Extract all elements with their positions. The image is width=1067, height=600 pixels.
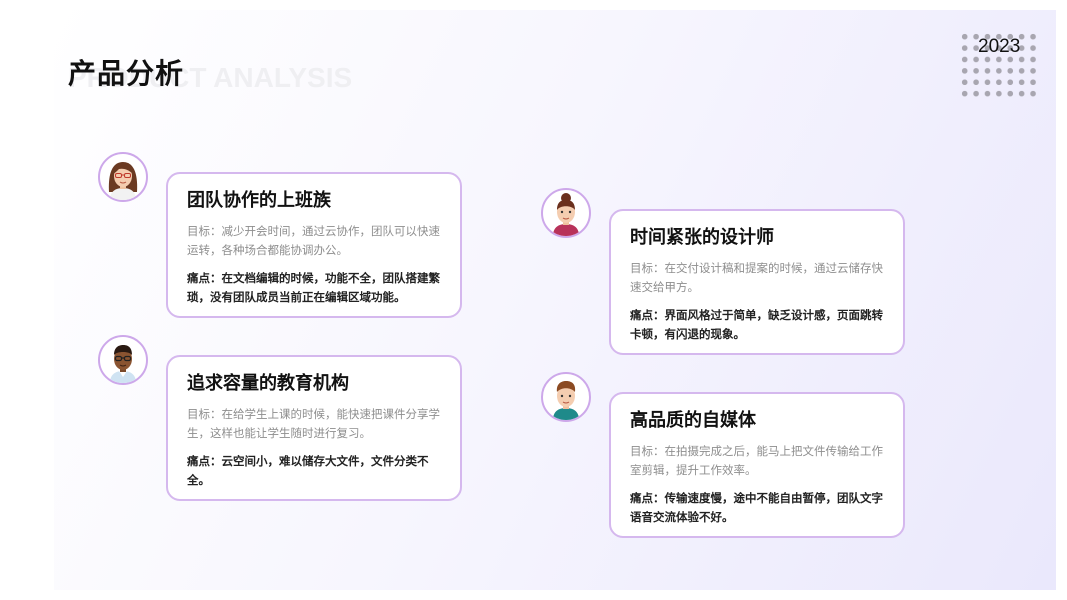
- woman-glasses-avatar-icon: [98, 152, 148, 202]
- persona-card-office-worker: 团队协作的上班族 目标：减少开会时间，通过云协作，团队可以快速运转，各种场合都能…: [166, 172, 462, 318]
- persona-title: 团队协作的上班族: [187, 190, 331, 211]
- persona-goal: 目标：在给学生上课的时候，能快速把课件分享学生，这样也能让学生随时进行复习。: [187, 407, 440, 440]
- persona-pain: 痛点：云空间小，难以储存大文件，文件分类不全。: [187, 454, 429, 487]
- persona-goal: 目标：在拍摄完成之后，能马上把文件传输给工作室剪辑，提升工作效率。: [630, 444, 883, 477]
- persona-card-education: 追求容量的教育机构 目标：在给学生上课的时候，能快速把课件分享学生，这样也能让学…: [166, 355, 462, 501]
- persona-title: 时间紧张的设计师: [630, 227, 774, 248]
- persona-pain: 痛点：界面风格过于简单，缺乏设计感，页面跳转卡顿，有闪退的现象。: [630, 308, 883, 341]
- persona-goal: 目标：在交付设计稿和提案的时候，通过云储存快速交给甲方。: [630, 261, 883, 294]
- man-avatar-icon: [541, 372, 591, 422]
- persona-title: 追求容量的教育机构: [187, 373, 349, 394]
- persona-card-designer: 时间紧张的设计师 目标：在交付设计稿和提案的时候，通过云储存快速交给甲方。 痛点…: [609, 209, 905, 355]
- page-title: 产品分析: [68, 57, 185, 90]
- persona-card-self-media: 高品质的自媒体 目标：在拍摄完成之后，能马上把文件传输给工作室剪辑，提升工作效率…: [609, 392, 905, 538]
- persona-goal: 目标：减少开会时间，通过云协作，团队可以快速运转，各种场合都能协调办公。: [187, 224, 440, 257]
- persona-pain: 痛点：传输速度慢，途中不能自由暂停，团队文字语音交流体验不好。: [630, 491, 883, 524]
- persona-title: 高品质的自媒体: [630, 410, 756, 431]
- year-label: 2023: [978, 36, 1021, 57]
- man-glasses-avatar-icon: [98, 335, 148, 385]
- persona-pain: 痛点：在文档编辑的时候，功能不全，团队搭建繁琐，没有团队成员当前正在编辑区域功能…: [187, 271, 440, 304]
- woman-bun-avatar-icon: [541, 188, 591, 238]
